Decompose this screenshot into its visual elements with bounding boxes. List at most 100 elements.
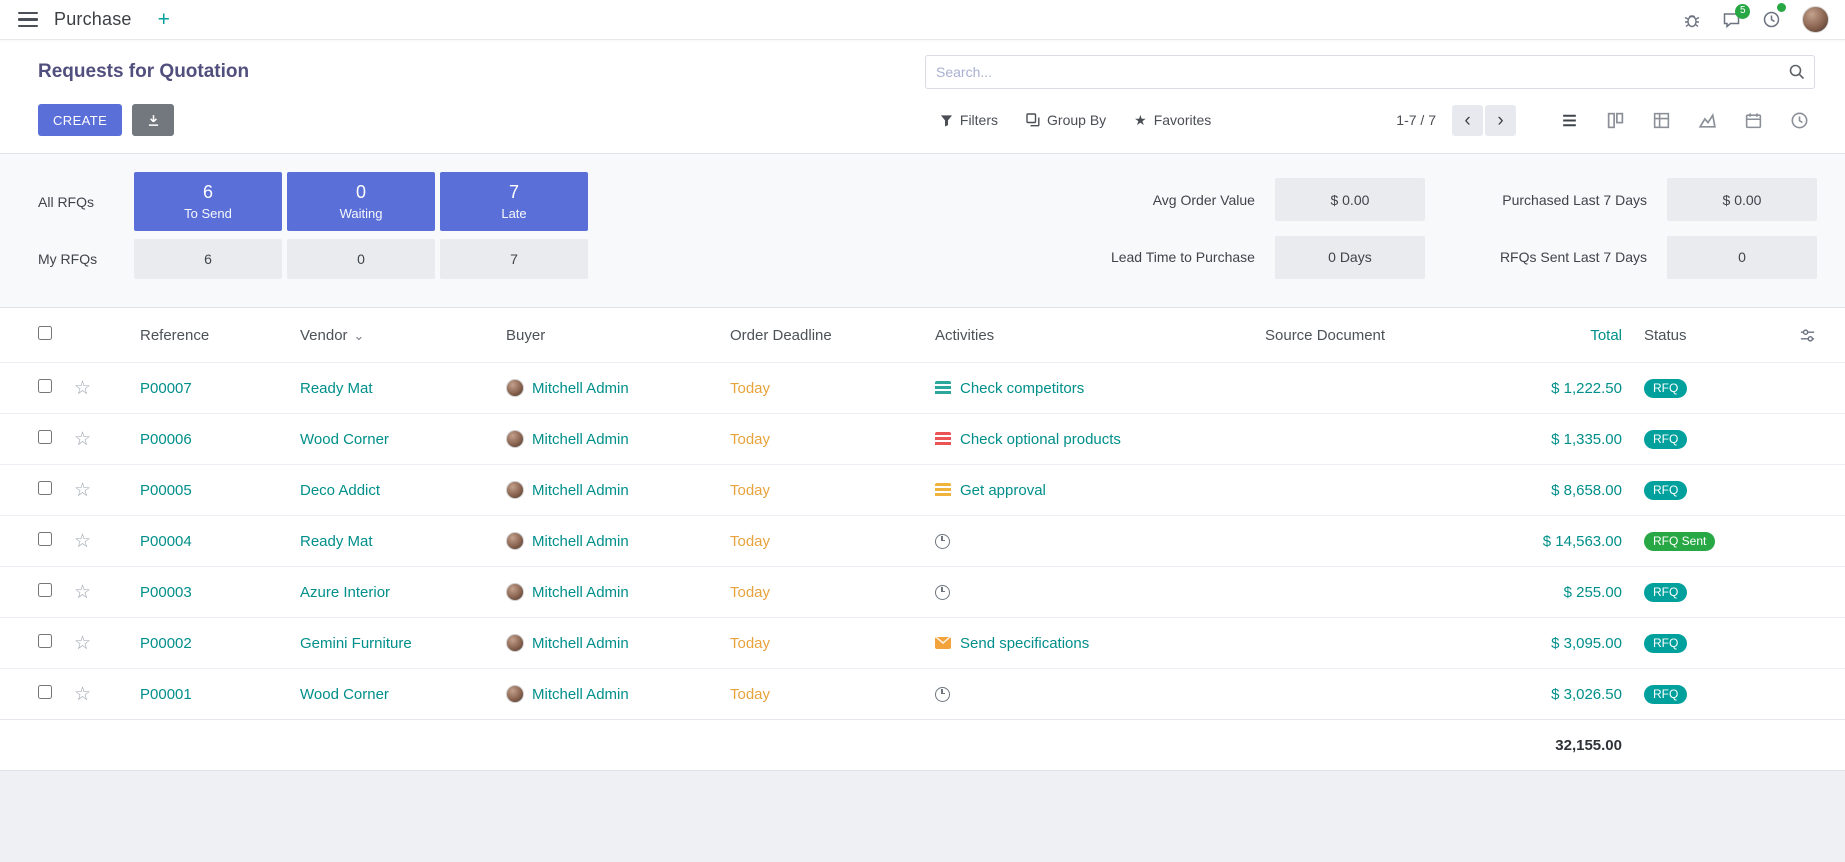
column-header-order-deadline[interactable]: Order Deadline bbox=[700, 327, 905, 344]
search-input[interactable] bbox=[925, 55, 1815, 89]
app-name[interactable]: Purchase bbox=[54, 9, 132, 30]
buyer-link[interactable]: Mitchell Admin bbox=[532, 635, 629, 652]
kanban-view-icon[interactable] bbox=[1606, 111, 1625, 130]
favorite-star-icon[interactable]: ☆ bbox=[74, 582, 91, 603]
buyer-link[interactable]: Mitchell Admin bbox=[532, 482, 629, 499]
row-checkbox[interactable] bbox=[38, 685, 52, 699]
search-icon[interactable] bbox=[1788, 63, 1806, 81]
calendar-view-icon[interactable] bbox=[1744, 111, 1763, 130]
reference-link[interactable]: P00003 bbox=[140, 584, 192, 601]
messages-icon[interactable]: 5 bbox=[1722, 11, 1741, 29]
row-checkbox[interactable] bbox=[38, 379, 52, 393]
activities-icon[interactable] bbox=[1762, 10, 1781, 29]
table-row[interactable]: ☆ P00001 Wood Corner Mitchell Admin Toda… bbox=[0, 668, 1845, 719]
pager-next-button[interactable]: › bbox=[1485, 105, 1516, 136]
activity-icon[interactable] bbox=[935, 637, 951, 649]
row-checkbox[interactable] bbox=[38, 430, 52, 444]
vendor-link[interactable]: Deco Addict bbox=[300, 482, 380, 499]
group-by-button[interactable]: Group By bbox=[1026, 112, 1106, 128]
activity-icon[interactable] bbox=[935, 687, 950, 702]
late-label: Late bbox=[501, 206, 526, 221]
vendor-link[interactable]: Wood Corner bbox=[300, 686, 389, 703]
row-checkbox[interactable] bbox=[38, 481, 52, 495]
column-header-total[interactable]: Total bbox=[1440, 327, 1630, 344]
my-late-count[interactable]: 7 bbox=[440, 239, 588, 279]
tile-to-send[interactable]: 6 To Send bbox=[134, 172, 282, 231]
purchased-last-7-days[interactable]: $ 0.00 bbox=[1667, 178, 1817, 221]
vendor-link[interactable]: Wood Corner bbox=[300, 431, 389, 448]
apps-menu-icon[interactable] bbox=[18, 12, 38, 28]
lead-time-to-purchase[interactable]: 0 Days bbox=[1275, 236, 1425, 279]
reference-link[interactable]: P00002 bbox=[140, 635, 192, 652]
export-button[interactable] bbox=[132, 104, 174, 136]
my-to-send-count[interactable]: 6 bbox=[134, 239, 282, 279]
pivot-view-icon[interactable] bbox=[1652, 111, 1671, 130]
activity-icon[interactable] bbox=[935, 534, 950, 549]
vendor-link[interactable]: Gemini Furniture bbox=[300, 635, 412, 652]
buyer-link[interactable]: Mitchell Admin bbox=[532, 686, 629, 703]
column-header-reference[interactable]: Reference bbox=[110, 327, 270, 344]
vendor-link[interactable]: Ready Mat bbox=[300, 533, 373, 550]
reference-link[interactable]: P00005 bbox=[140, 482, 192, 499]
reference-link[interactable]: P00007 bbox=[140, 380, 192, 397]
row-checkbox[interactable] bbox=[38, 634, 52, 648]
reference-link[interactable]: P00001 bbox=[140, 686, 192, 703]
favorite-star-icon[interactable]: ☆ bbox=[74, 684, 91, 705]
row-checkbox[interactable] bbox=[38, 532, 52, 546]
favorite-star-icon[interactable]: ☆ bbox=[74, 378, 91, 399]
vendor-link[interactable]: Azure Interior bbox=[300, 584, 390, 601]
reference-link[interactable]: P00004 bbox=[140, 533, 192, 550]
favorite-star-icon[interactable]: ☆ bbox=[74, 531, 91, 552]
table-row[interactable]: ☆ P00007 Ready Mat Mitchell Admin Today … bbox=[0, 362, 1845, 413]
create-button[interactable]: CREATE bbox=[38, 104, 122, 136]
column-header-source-document[interactable]: Source Document bbox=[1235, 327, 1440, 344]
activity-label[interactable]: Get approval bbox=[960, 482, 1046, 499]
vendor-link[interactable]: Ready Mat bbox=[300, 380, 373, 397]
activity-label[interactable]: Check optional products bbox=[960, 431, 1121, 448]
column-settings-icon[interactable] bbox=[1785, 327, 1845, 344]
favorite-star-icon[interactable]: ☆ bbox=[74, 429, 91, 450]
tile-waiting[interactable]: 0 Waiting bbox=[287, 172, 435, 231]
bug-icon[interactable] bbox=[1683, 11, 1701, 29]
plus-icon[interactable]: + bbox=[158, 9, 170, 30]
activity-icon[interactable] bbox=[935, 585, 950, 600]
to-send-label: To Send bbox=[184, 206, 232, 221]
table-row[interactable]: ☆ P00003 Azure Interior Mitchell Admin T… bbox=[0, 566, 1845, 617]
graph-view-icon[interactable] bbox=[1698, 111, 1717, 130]
favorites-button[interactable]: ★ Favorites bbox=[1134, 112, 1211, 129]
my-rfqs-label[interactable]: My RFQs bbox=[38, 251, 129, 267]
column-header-buyer[interactable]: Buyer bbox=[476, 327, 700, 344]
column-header-status[interactable]: Status bbox=[1630, 327, 1785, 344]
list-view-icon[interactable] bbox=[1560, 111, 1579, 130]
all-rfqs-label[interactable]: All RFQs bbox=[38, 194, 129, 210]
select-all-checkbox[interactable] bbox=[38, 326, 52, 340]
activity-icon[interactable] bbox=[935, 381, 951, 396]
table-row[interactable]: ☆ P00006 Wood Corner Mitchell Admin Toda… bbox=[0, 413, 1845, 464]
row-checkbox[interactable] bbox=[38, 583, 52, 597]
activity-icon[interactable] bbox=[935, 432, 951, 447]
buyer-link[interactable]: Mitchell Admin bbox=[532, 584, 629, 601]
activity-label[interactable]: Send specifications bbox=[960, 635, 1089, 652]
activity-icon[interactable] bbox=[935, 483, 951, 498]
favorite-star-icon[interactable]: ☆ bbox=[74, 633, 91, 654]
my-waiting-count[interactable]: 0 bbox=[287, 239, 435, 279]
buyer-link[interactable]: Mitchell Admin bbox=[532, 431, 629, 448]
favorite-star-icon[interactable]: ☆ bbox=[74, 480, 91, 501]
filters-button[interactable]: Filters bbox=[940, 112, 998, 128]
table-row[interactable]: ☆ P00004 Ready Mat Mitchell Admin Today … bbox=[0, 515, 1845, 566]
pager-text[interactable]: 1-7 / 7 bbox=[1396, 112, 1436, 128]
pager-previous-button[interactable]: ‹ bbox=[1452, 105, 1483, 136]
rfqs-sent-last-7-days[interactable]: 0 bbox=[1667, 236, 1817, 279]
reference-link[interactable]: P00006 bbox=[140, 431, 192, 448]
activity-view-icon[interactable] bbox=[1790, 111, 1809, 130]
column-header-activities[interactable]: Activities bbox=[905, 327, 1235, 344]
table-row[interactable]: ☆ P00005 Deco Addict Mitchell Admin Toda… bbox=[0, 464, 1845, 515]
column-header-vendor[interactable]: Vendor⌄ bbox=[270, 327, 476, 344]
tile-late[interactable]: 7 Late bbox=[440, 172, 588, 231]
avg-order-value[interactable]: $ 0.00 bbox=[1275, 178, 1425, 221]
table-row[interactable]: ☆ P00002 Gemini Furniture Mitchell Admin… bbox=[0, 617, 1845, 668]
buyer-link[interactable]: Mitchell Admin bbox=[532, 380, 629, 397]
buyer-link[interactable]: Mitchell Admin bbox=[532, 533, 629, 550]
activity-label[interactable]: Check competitors bbox=[960, 380, 1084, 397]
user-avatar[interactable] bbox=[1802, 6, 1829, 33]
